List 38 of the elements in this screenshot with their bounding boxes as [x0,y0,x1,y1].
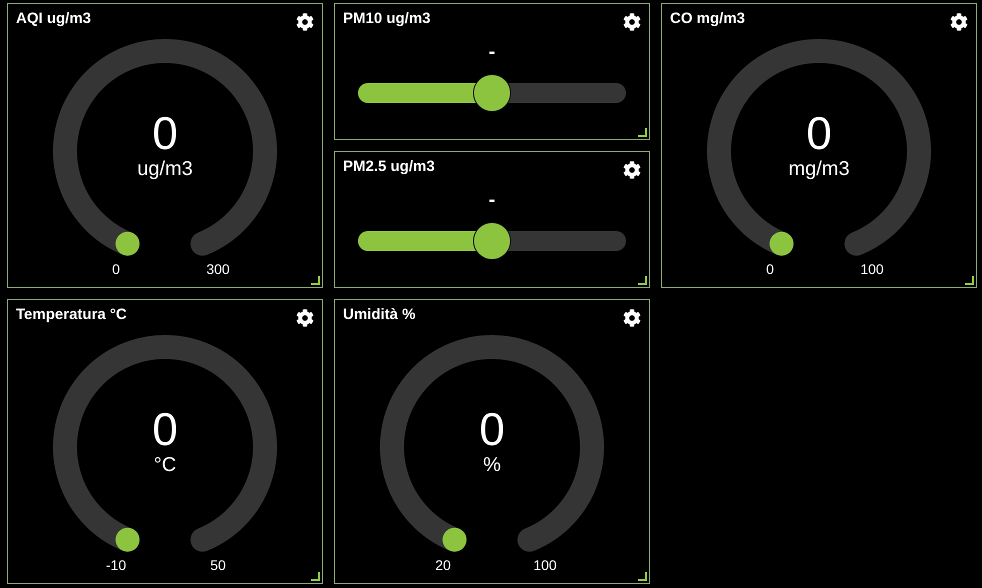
gauge-max-label: 300 [206,261,230,277]
widget-title: CO mg/m3 [670,10,746,28]
settings-icon[interactable] [623,13,641,31]
gauge-min-label: 20 [435,557,451,573]
resize-handle-icon[interactable] [638,276,647,285]
resize-handle-icon[interactable] [311,572,320,581]
gauge-unit: ug/m3 [137,158,193,180]
gauge-value: 0 [806,108,832,158]
slider-thumb[interactable] [473,222,511,260]
widget-title: AQI ug/m3 [16,10,92,28]
widget-title: Temperatura °C [16,306,127,324]
widget-title: Umidità % [343,306,416,324]
settings-icon[interactable] [623,309,641,327]
gauge-max-label: 50 [210,557,226,573]
settings-icon[interactable] [950,13,968,31]
resize-handle-icon[interactable] [638,128,647,137]
widget-title: PM2.5 ug/m3 [343,158,435,176]
gauge-value: 0 [152,108,178,158]
gauge-min-label: 0 [112,261,120,277]
slider-thumb[interactable] [473,74,511,112]
gauge-max-label: 100 [533,557,557,573]
settings-icon[interactable] [623,161,641,179]
resize-handle-icon[interactable] [965,276,974,285]
gauge-min-label: -10 [106,557,126,573]
gauge-unit: mg/m3 [788,158,850,180]
gauge-min-label: 0 [766,261,774,277]
settings-icon[interactable] [296,13,314,31]
settings-icon[interactable] [296,309,314,327]
slider-value: - [488,189,496,211]
gauge-unit: °C [154,454,176,476]
gauge-max-label: 100 [860,261,884,277]
resize-handle-icon[interactable] [311,276,320,285]
gauge-value: 0 [152,404,178,454]
slider-value: - [488,41,496,63]
gauge-unit: % [483,454,501,476]
gauge-value: 0 [479,404,505,454]
widget-title: PM10 ug/m3 [343,10,431,28]
resize-handle-icon[interactable] [638,572,647,581]
